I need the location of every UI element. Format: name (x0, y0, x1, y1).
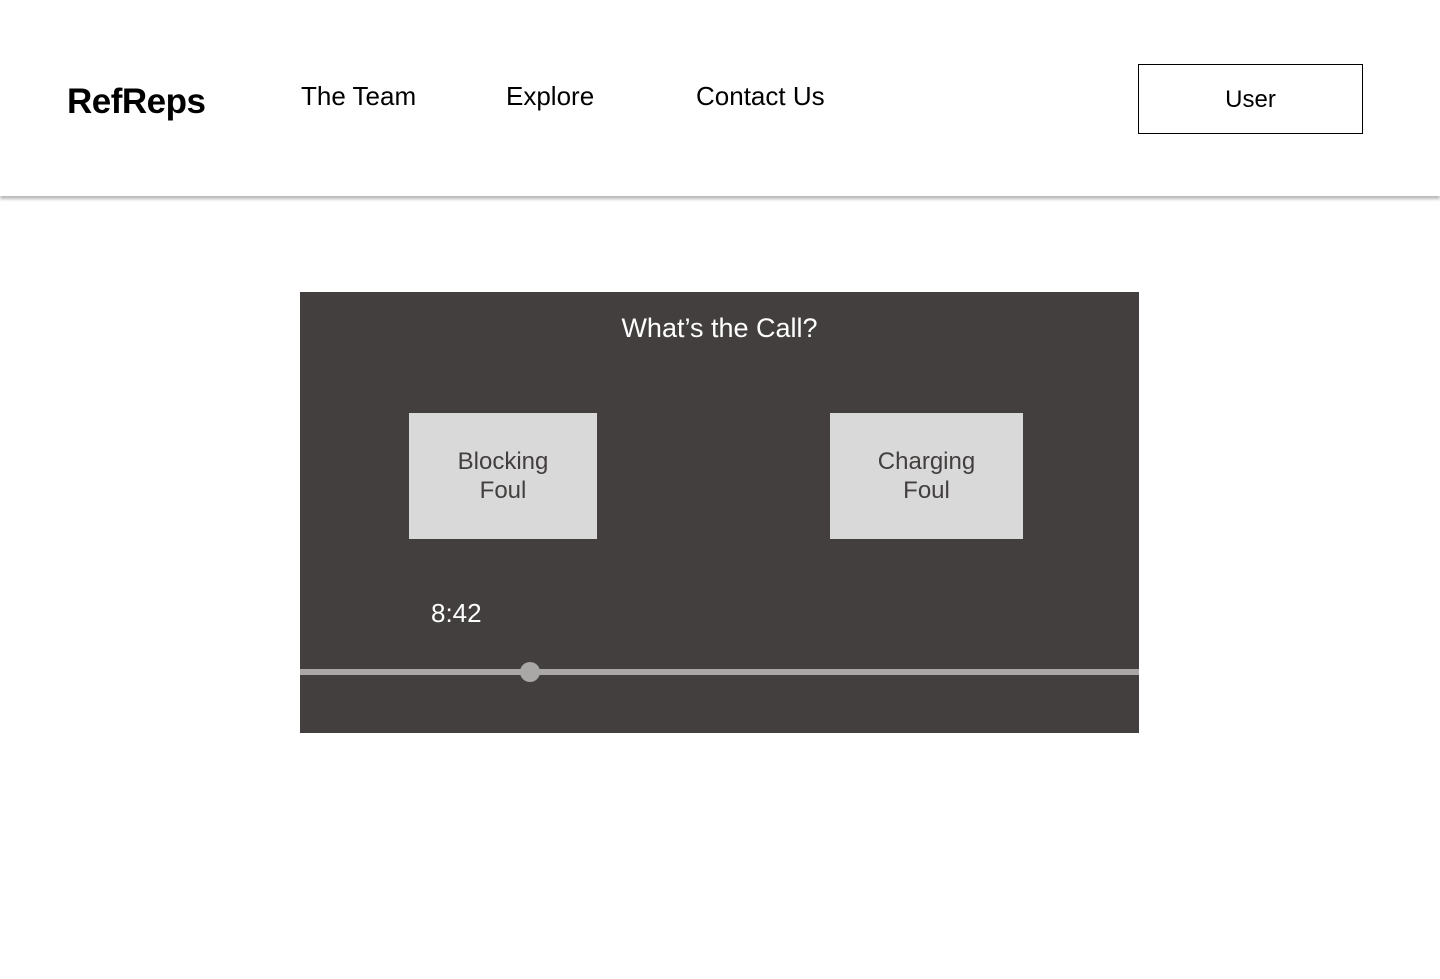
question-title: What’s the Call? (621, 313, 818, 343)
answer-button-charging-foul[interactable]: Charging Foul (830, 413, 1023, 539)
nav-link-the-team[interactable]: The Team (301, 78, 416, 114)
answer-label: Charging Foul (877, 448, 976, 504)
answer-button-blocking-foul[interactable]: Blocking Foul (409, 413, 597, 539)
progress-scrubber[interactable] (300, 662, 1139, 682)
playback-time: 8:42 (431, 598, 482, 628)
video-player: What’s the Call? Blocking Foul Charging … (300, 292, 1139, 733)
site-header: RefReps The Team Explore Contact Us User (0, 0, 1440, 196)
logo[interactable]: RefReps (67, 80, 206, 124)
progress-handle[interactable] (519, 662, 540, 682)
answer-label: Blocking Foul (457, 448, 549, 504)
progress-track[interactable] (300, 669, 1139, 675)
nav-link-explore[interactable]: Explore (506, 78, 594, 114)
nav-link-contact-us[interactable]: Contact Us (696, 78, 825, 114)
user-button[interactable]: User (1138, 64, 1363, 134)
